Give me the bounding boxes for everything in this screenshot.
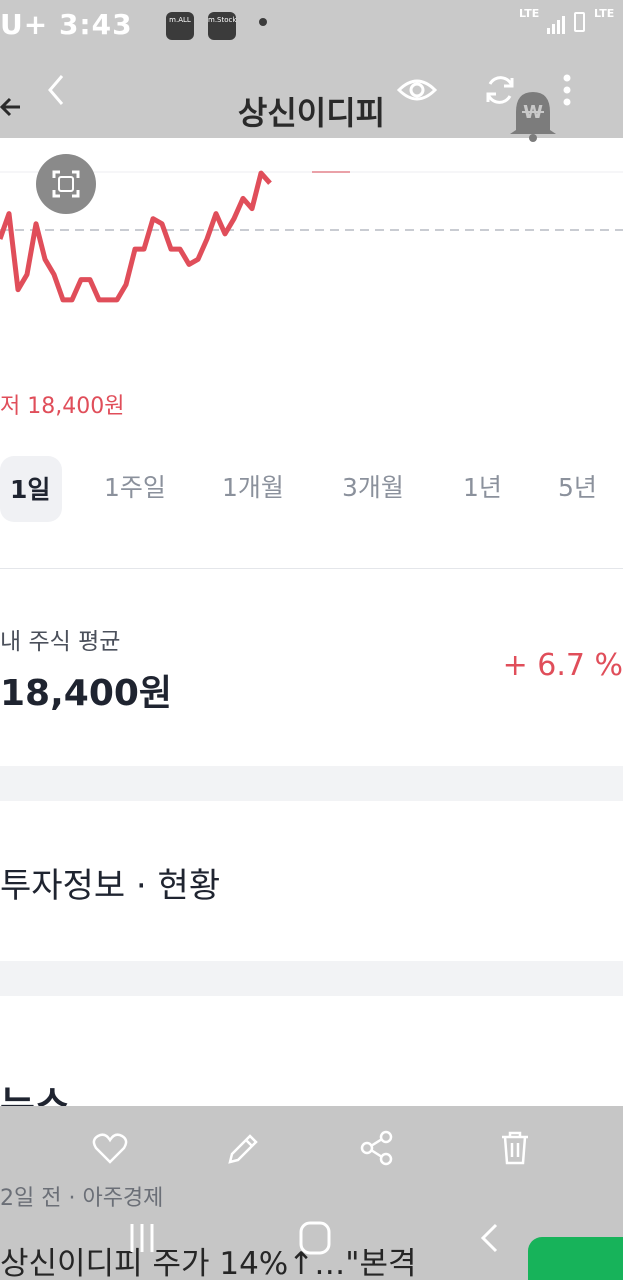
network-lte-label: LTE bbox=[519, 7, 540, 20]
tab-1week[interactable]: 1주일 bbox=[104, 468, 166, 504]
share-icon[interactable] bbox=[360, 1130, 394, 1166]
nav-back-icon[interactable] bbox=[478, 1222, 500, 1254]
trash-icon[interactable] bbox=[500, 1130, 530, 1166]
app-badge-mstock: m.Stock bbox=[208, 12, 236, 40]
signal-icon bbox=[547, 16, 565, 34]
eye-icon[interactable] bbox=[396, 74, 438, 106]
green-action-button[interactable] bbox=[528, 1237, 623, 1280]
tab-1year[interactable]: 1년 bbox=[463, 468, 502, 504]
screenshot-capture-button[interactable] bbox=[36, 154, 96, 214]
tab-1month[interactable]: 1개월 bbox=[222, 468, 284, 504]
capture-icon bbox=[52, 170, 80, 198]
divider bbox=[0, 568, 623, 569]
app-badge-mall: m.ALL bbox=[166, 12, 194, 40]
home-icon[interactable] bbox=[298, 1220, 332, 1256]
section-gap bbox=[0, 766, 623, 801]
my-stock-average-label: 내 주식 평균 bbox=[0, 629, 121, 655]
alert-bell-won-icon[interactable]: W bbox=[506, 86, 560, 142]
battery-icon bbox=[574, 12, 585, 32]
recent-apps-icon[interactable] bbox=[128, 1222, 156, 1254]
tab-3month[interactable]: 3개월 bbox=[342, 468, 404, 504]
network-lte-label-2: LTE bbox=[594, 7, 615, 20]
my-stock-average-value: 18,400원 bbox=[0, 673, 173, 714]
invest-info-section-title[interactable]: 투자정보 · 현황 bbox=[0, 858, 220, 907]
heart-icon[interactable] bbox=[92, 1132, 128, 1164]
news-title[interactable]: 상신이디피 주가 14%↑…"본격 bbox=[0, 1238, 417, 1283]
section-gap-2 bbox=[0, 961, 623, 996]
notification-dot-icon bbox=[259, 18, 267, 26]
my-stock-change: + 6.7 % bbox=[502, 648, 623, 683]
more-vertical-icon[interactable] bbox=[560, 72, 574, 108]
tab-5year[interactable]: 5년 bbox=[558, 468, 597, 504]
pencil-icon[interactable] bbox=[226, 1130, 260, 1166]
tab-1day-label[interactable]: 1일 bbox=[10, 470, 50, 506]
news-meta: 2일 전 · 아주경제 bbox=[0, 1186, 164, 1211]
chart-low-label: 저 18,400원 bbox=[0, 394, 125, 419]
status-time: U+ 3:43 bbox=[0, 8, 133, 41]
